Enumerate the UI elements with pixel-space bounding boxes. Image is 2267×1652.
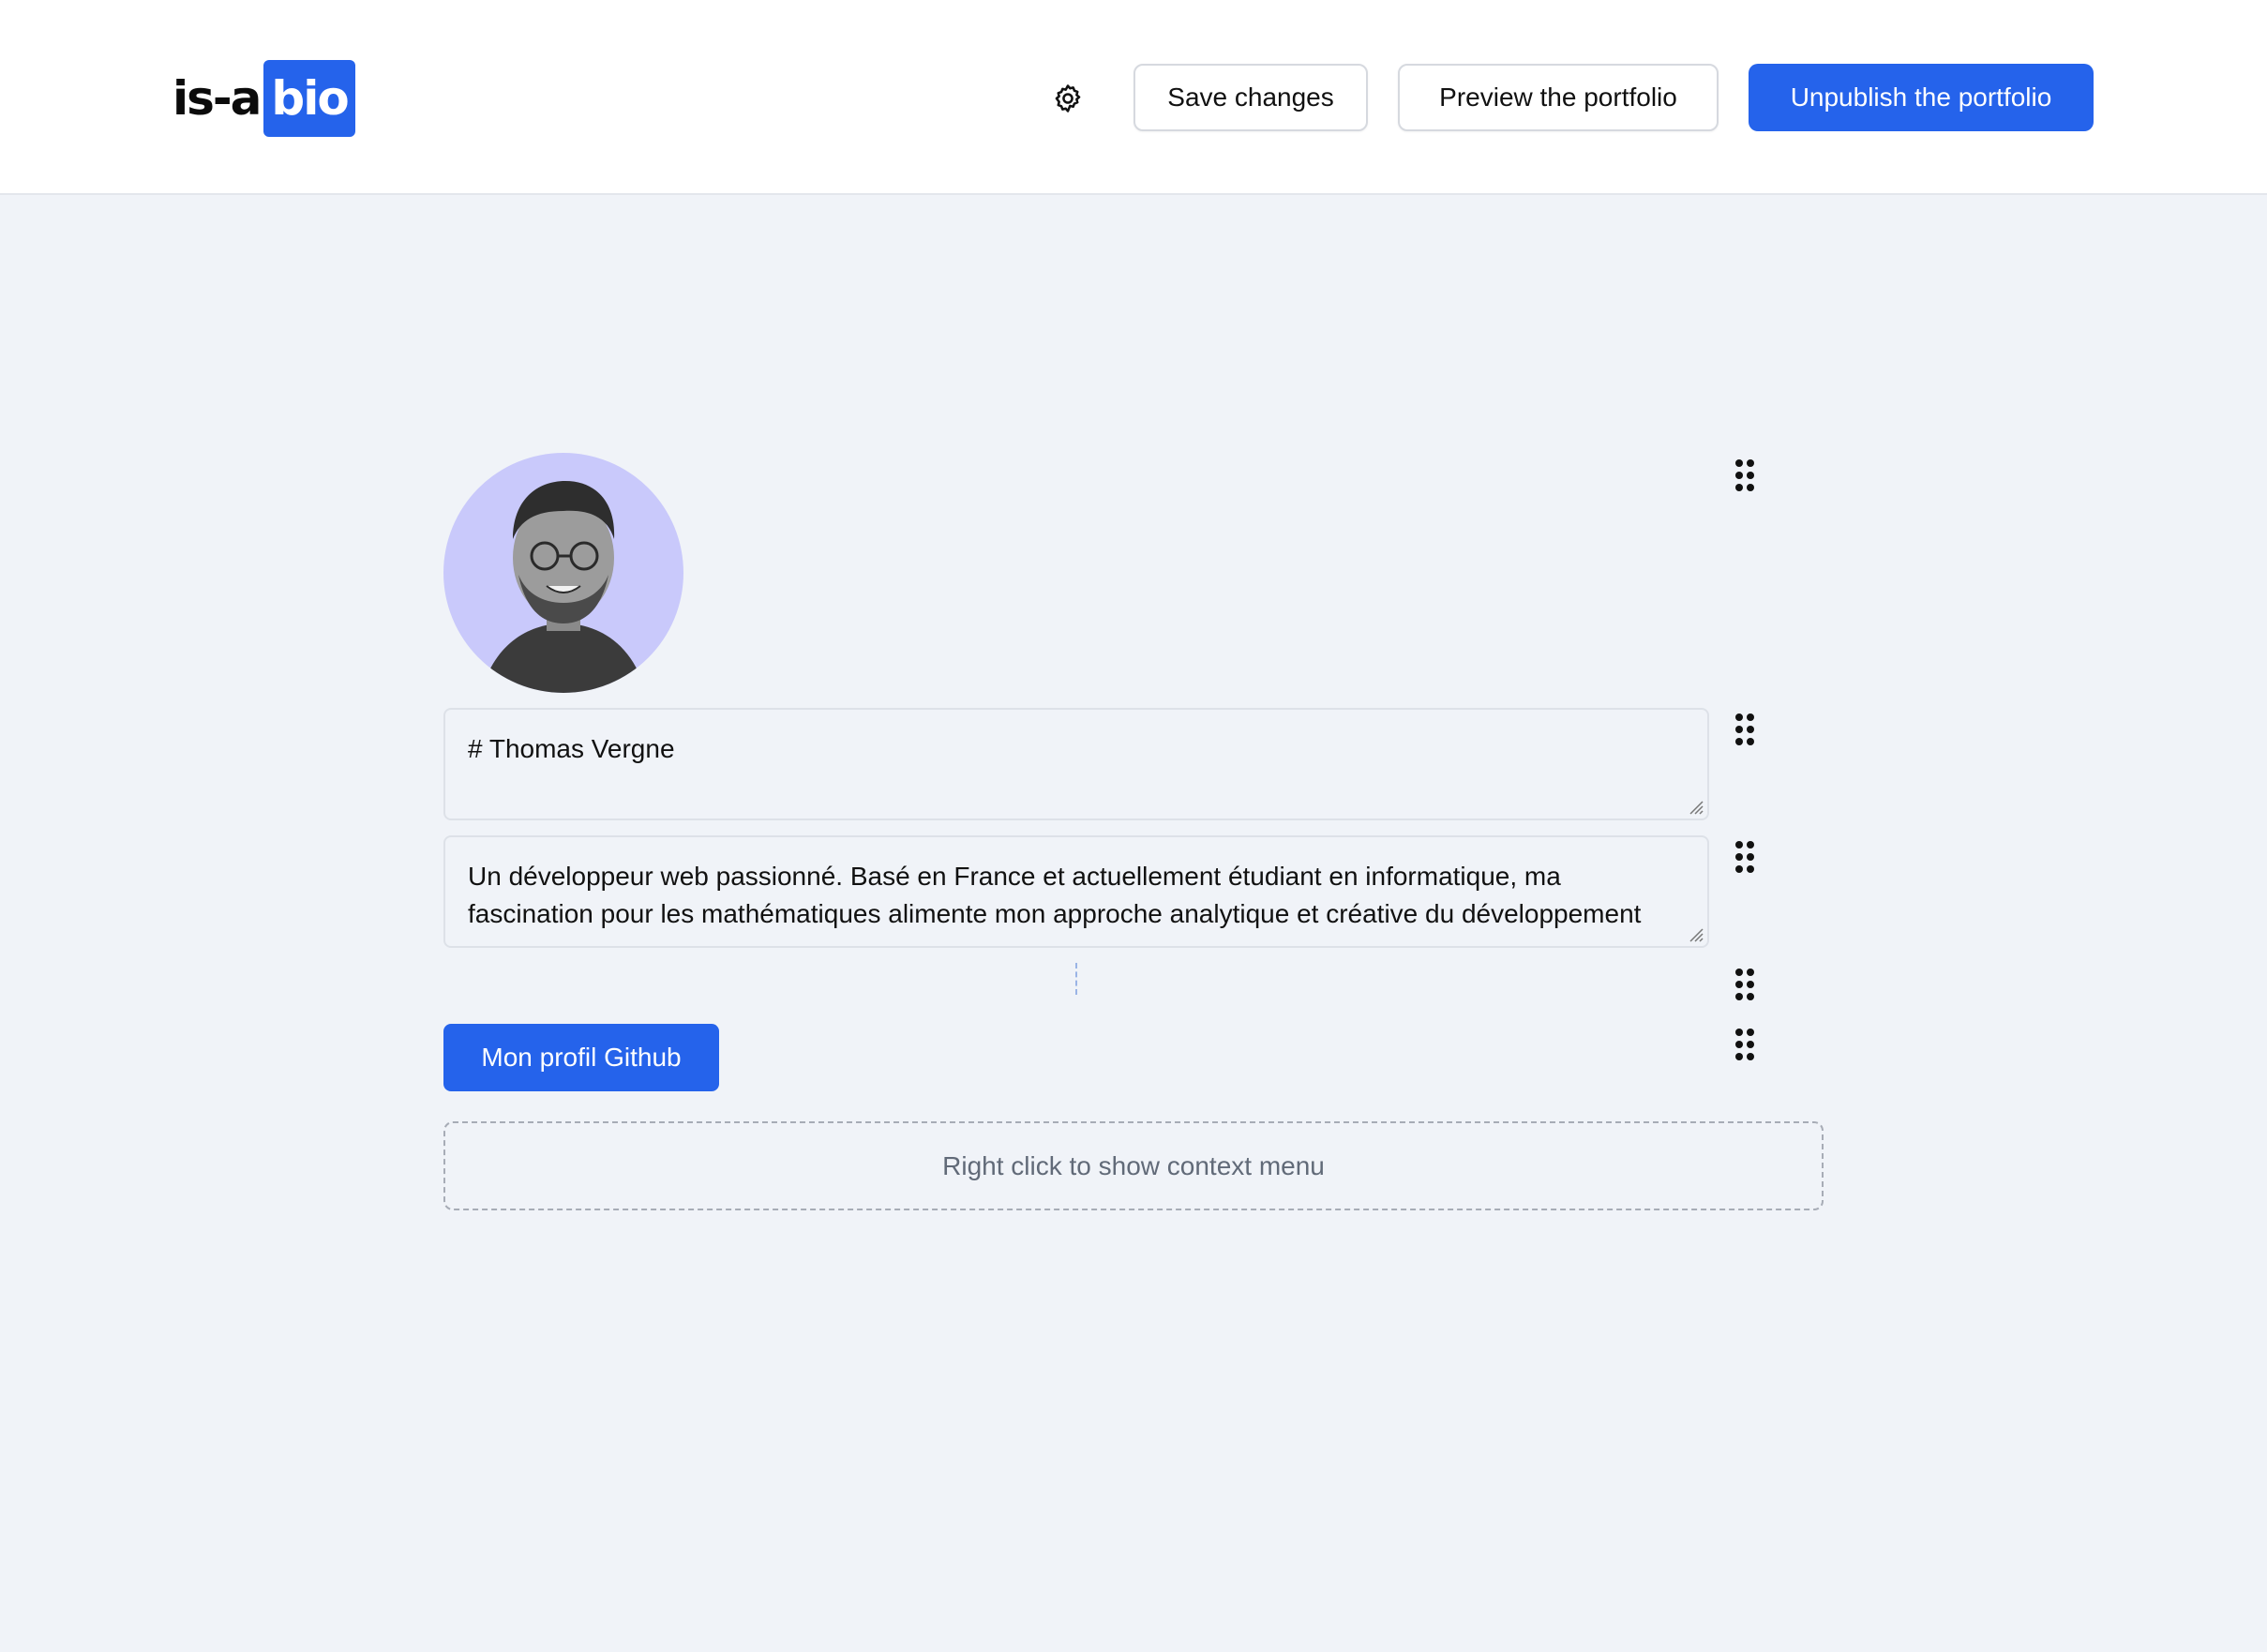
unpublish-button[interactable]: Unpublish the portfolio	[1749, 64, 2094, 131]
drag-handle-icon[interactable]	[1735, 969, 1758, 1002]
preview-button[interactable]: Preview the portfolio	[1398, 64, 1719, 131]
drag-handle-icon[interactable]	[1735, 841, 1758, 875]
save-button[interactable]: Save changes	[1134, 64, 1368, 131]
drag-handle-icon[interactable]	[1735, 1029, 1758, 1062]
resize-grip-icon[interactable]	[1687, 798, 1704, 815]
context-menu-dropzone[interactable]: Right click to show context menu	[443, 1121, 1824, 1210]
avatar[interactable]	[443, 453, 683, 693]
title-text: # Thomas Vergne	[468, 734, 675, 763]
gear-icon[interactable]	[1052, 83, 1084, 114]
drag-handle-icon[interactable]	[1735, 459, 1758, 493]
logo-highlight: bio	[263, 60, 355, 137]
resize-grip-icon[interactable]	[1687, 925, 1704, 942]
drag-handle-icon[interactable]	[1735, 713, 1758, 747]
github-profile-button[interactable]: Mon profil Github	[443, 1024, 719, 1091]
dropzone-text: Right click to show context menu	[942, 1150, 1325, 1180]
logo[interactable]: is-a bio	[173, 60, 355, 137]
title-field[interactable]: # Thomas Vergne	[443, 708, 1709, 820]
logo-prefix: is-a	[173, 71, 262, 126]
spacer-divider	[1075, 963, 1077, 995]
top-bar: is-a bio Save changes Preview the portfo…	[0, 0, 2267, 195]
bio-field[interactable]: Un développeur web passionné. Basé en Fr…	[443, 835, 1709, 948]
bio-text: Un développeur web passionné. Basé en Fr…	[468, 862, 1642, 928]
